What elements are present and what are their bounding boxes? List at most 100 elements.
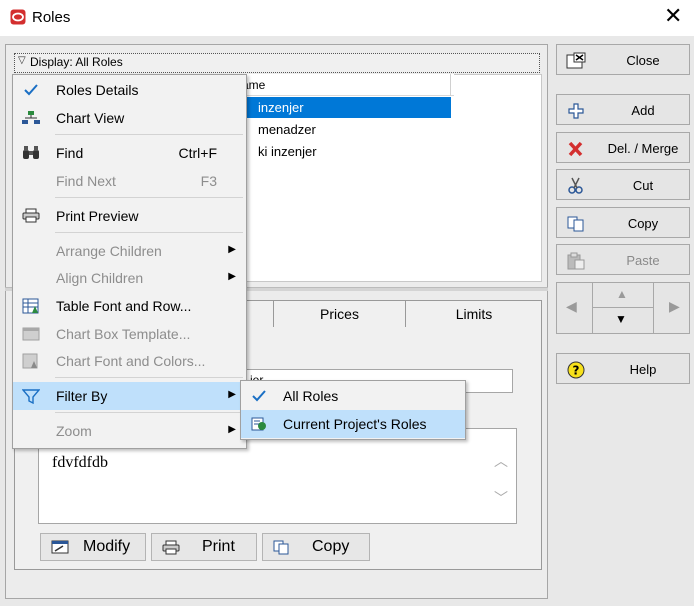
menu-separator (55, 377, 243, 378)
list-item-label: inzenjer (258, 100, 304, 115)
submenu-item-current-project-roles[interactable]: Current Project's Roles (241, 410, 465, 438)
copy-button[interactable]: Copy (262, 533, 370, 561)
chevron-down-icon[interactable]: ▽ (18, 55, 26, 66)
menu-item-label: Arrange Children (56, 243, 162, 259)
copy-icon (567, 216, 584, 232)
notes-text: fdvfdfdb (52, 454, 108, 471)
check-icon (252, 390, 266, 402)
plus-icon (568, 103, 584, 119)
move-right-icon[interactable]: ▶ (669, 298, 680, 315)
add-label: Add (631, 103, 655, 118)
help-button[interactable]: ? Help (556, 353, 690, 384)
close-window-icon (566, 52, 586, 69)
menu-item-arrange-children[interactable]: Arrange Children ▶ (13, 237, 246, 265)
modify-button[interactable]: Modify (40, 533, 146, 561)
menu-item-shortcut: F3 (200, 173, 217, 189)
menu-item-label: Print Preview (56, 208, 139, 224)
tab-prices[interactable]: Prices (273, 300, 405, 328)
menu-item-label: Find (56, 145, 84, 161)
scroll-up-icon[interactable]: ︿ (494, 451, 508, 471)
check-icon (24, 84, 38, 96)
navigation-divider (592, 307, 654, 308)
copy-icon (273, 540, 289, 555)
menu-item-shortcut: Ctrl+F (178, 145, 218, 161)
svg-text:?: ? (573, 364, 580, 378)
menu-item-label: Align Children (56, 270, 144, 286)
list-item-label: ki inzenjer (258, 144, 317, 159)
clipboard-icon (567, 252, 585, 270)
filter-icon (22, 389, 40, 404)
column-divider[interactable] (450, 74, 451, 96)
window-close-icon[interactable]: ✕ (664, 5, 682, 27)
menu-separator (55, 197, 243, 198)
org-chart-icon (22, 111, 40, 124)
move-up-icon[interactable]: ▲ (616, 287, 628, 301)
close-button[interactable]: Close (556, 44, 690, 75)
oracle-app-icon (10, 9, 26, 25)
menu-item-find-next[interactable]: Find Next F3 (13, 167, 246, 195)
modify-label: Modify (83, 538, 131, 555)
delete-merge-button[interactable]: Del. / Merge (556, 132, 690, 163)
menu-item-label: Roles Details (56, 82, 139, 98)
printer-icon (162, 540, 180, 555)
menu-item-zoom[interactable]: Zoom ▶ (13, 417, 246, 445)
move-left-icon[interactable]: ◀ (566, 298, 577, 315)
add-button[interactable]: Add (556, 94, 690, 125)
paste-label: Paste (626, 253, 660, 268)
menu-item-label: Chart Box Template... (56, 326, 191, 342)
project-roles-icon (251, 417, 266, 431)
chart-box-icon (22, 327, 40, 341)
print-button[interactable]: Print (151, 533, 257, 561)
menu-item-roles-details[interactable]: Roles Details (13, 76, 246, 104)
menu-item-find[interactable]: Find Ctrl+F (13, 139, 246, 167)
menu-item-label: Zoom (56, 423, 92, 439)
submenu-item-label: Current Project's Roles (283, 416, 427, 432)
chart-font-icon (22, 353, 38, 369)
menu-item-label: Find Next (56, 173, 116, 189)
menu-item-label: Chart View (56, 110, 125, 126)
menu-item-chart-view[interactable]: Chart View (13, 104, 246, 132)
menu-item-label: Table Font and Row... (56, 298, 192, 314)
paste-button[interactable]: Paste (556, 244, 690, 275)
copy-side-label: Copy (627, 216, 659, 231)
submenu-item-label: All Roles (283, 388, 339, 404)
menu-separator (55, 134, 243, 135)
menu-item-label: Chart Font and Colors... (56, 353, 206, 369)
scroll-down-icon[interactable]: ﹀ (494, 488, 508, 508)
help-label: Help (629, 362, 657, 377)
menu-item-filter-by[interactable]: Filter By ▶ (13, 382, 246, 410)
menu-separator (55, 232, 243, 233)
menu-separator (55, 412, 243, 413)
window-title: Roles (32, 9, 71, 26)
submenu-item-all-roles[interactable]: All Roles (241, 382, 465, 410)
submenu-arrow-icon: ▶ (228, 424, 236, 435)
table-font-icon (22, 298, 39, 314)
help-icon: ? (567, 361, 585, 379)
menu-item-label: Filter By (56, 388, 108, 404)
submenu-arrow-icon: ▶ (228, 389, 236, 400)
edit-window-icon (51, 540, 69, 554)
delete-x-icon (568, 141, 583, 157)
copy-label: Copy (312, 538, 350, 555)
cut-button[interactable]: Cut (556, 169, 690, 200)
submenu-arrow-icon: ▶ (228, 271, 236, 282)
list-item-label: menadzer (258, 122, 316, 137)
menu-item-table-font-row[interactable]: Table Font and Row... (13, 292, 246, 320)
title-bar (0, 0, 694, 36)
print-label: Print (202, 538, 235, 555)
copy-side-button[interactable]: Copy (556, 207, 690, 238)
scissors-icon (568, 177, 583, 194)
display-filter-label[interactable]: Display: All Roles (30, 55, 123, 69)
cut-label: Cut (632, 178, 654, 193)
menu-item-align-children[interactable]: Align Children ▶ (13, 264, 246, 292)
menu-item-chart-box-template[interactable]: Chart Box Template... (13, 320, 246, 348)
delete-merge-label: Del. / Merge (607, 141, 679, 156)
tab-limits[interactable]: Limits (405, 300, 542, 328)
printer-icon (22, 208, 40, 223)
menu-item-print-preview[interactable]: Print Preview (13, 202, 246, 230)
close-label: Close (626, 53, 660, 68)
submenu-arrow-icon: ▶ (228, 244, 236, 255)
move-down-icon[interactable]: ▼ (615, 312, 627, 326)
binoculars-icon (23, 146, 39, 159)
menu-item-chart-font-colors[interactable]: Chart Font and Colors... (13, 347, 246, 375)
